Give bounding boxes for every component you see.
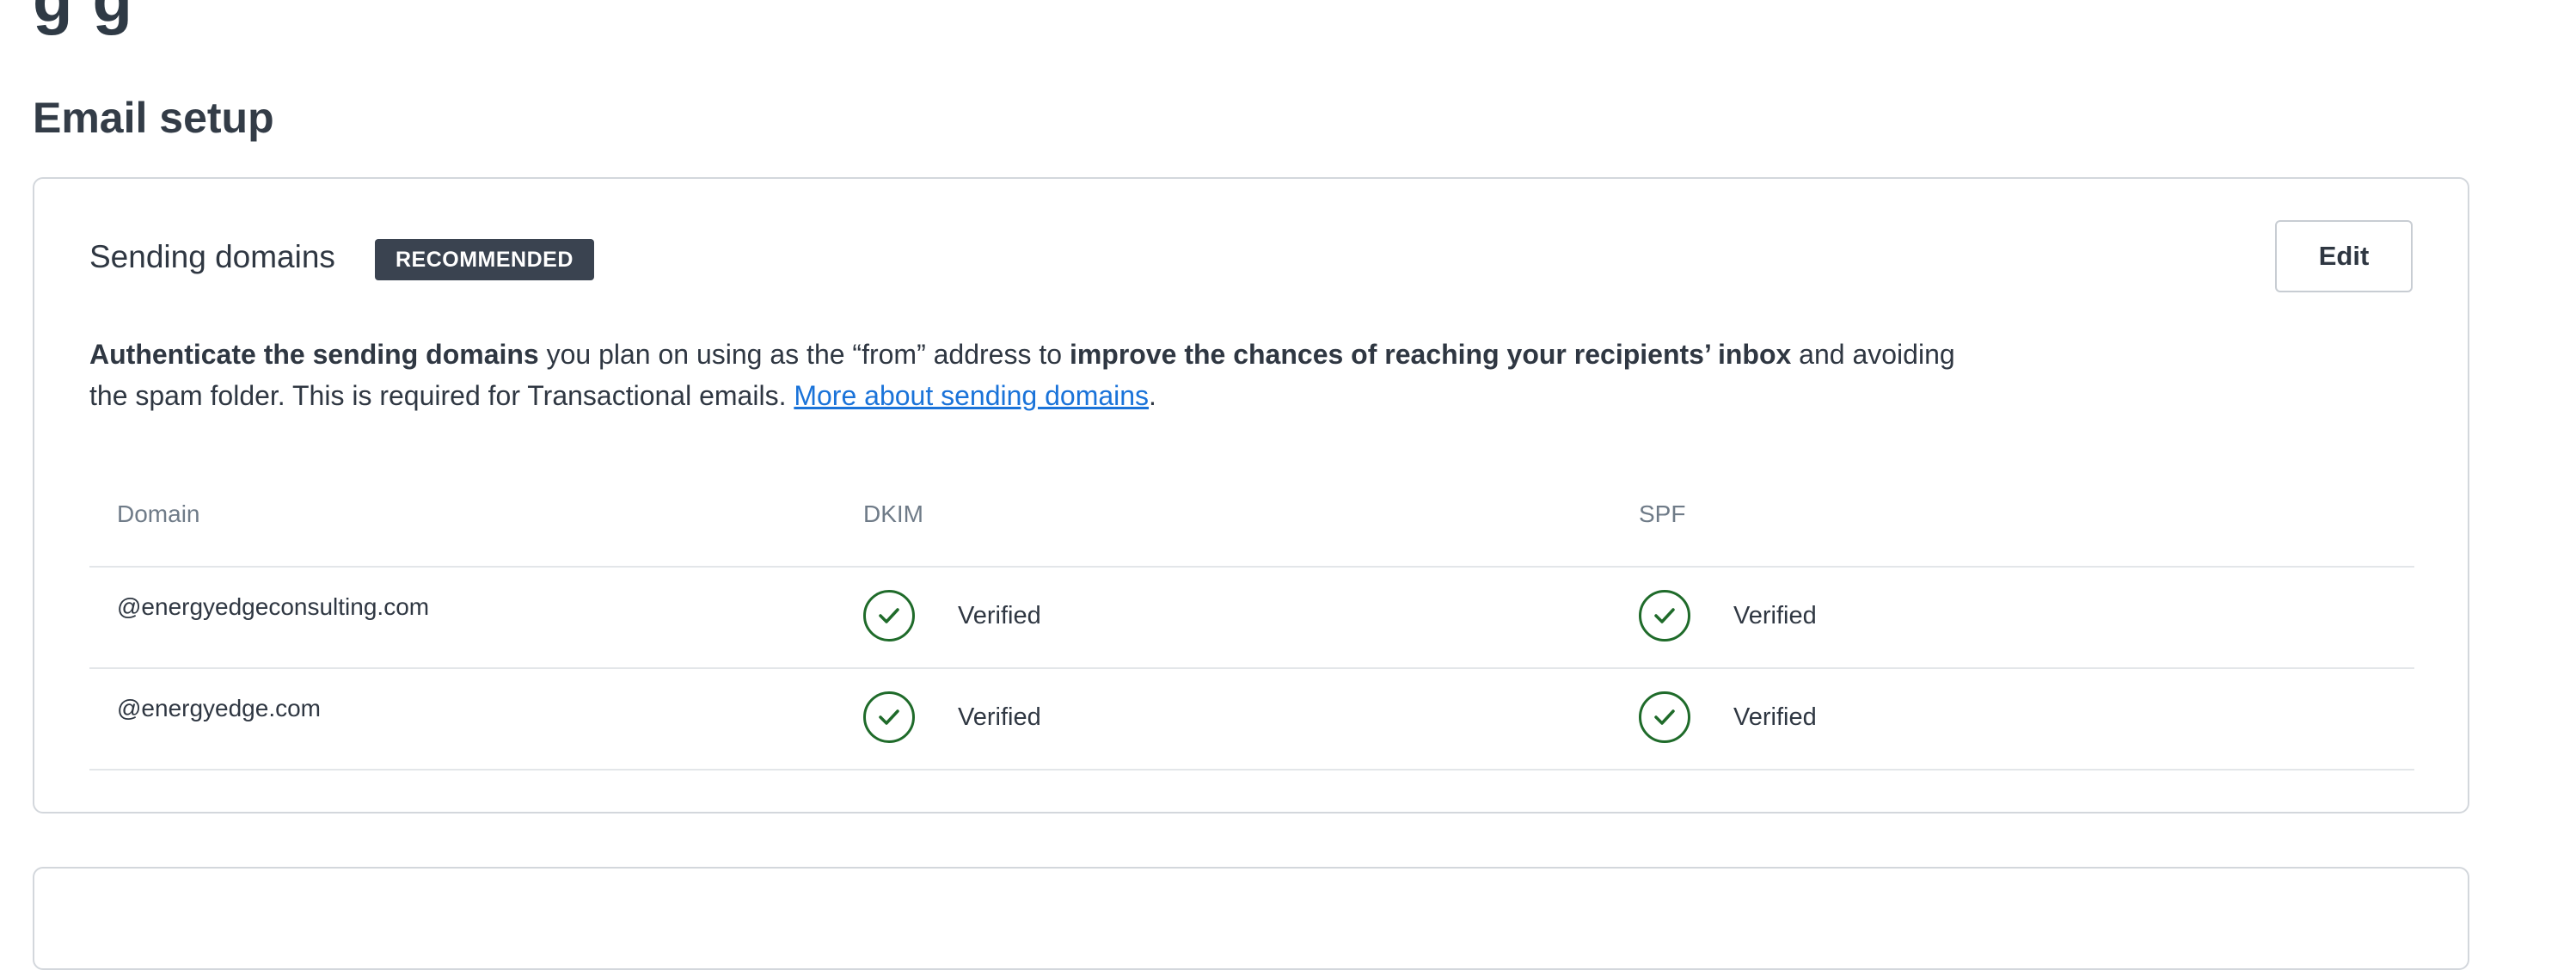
description-bold-authenticate: Authenticate the sending domains (89, 339, 539, 370)
column-header-spf: SPF (1639, 500, 1686, 527)
spf-status: Verified (1639, 588, 1817, 643)
dkim-status-label: Verified (958, 601, 1041, 629)
sending-domains-card: Sending domains RECOMMENDED Edit Authent… (33, 177, 2469, 813)
check-circle-icon (863, 691, 915, 743)
check-circle-icon (1639, 590, 1690, 642)
section-title: Sending domains (89, 239, 335, 274)
domain-cell: @energyedgeconsulting.com (117, 593, 430, 620)
column-header-domain: Domain (117, 500, 200, 527)
more-about-sending-domains-link[interactable]: More about sending domains (794, 380, 1149, 411)
sending-domains-description: Authenticate the sending domains you pla… (89, 334, 1981, 416)
description-text-3: . (1149, 380, 1156, 411)
check-circle-icon (863, 590, 915, 642)
dkim-status-label: Verified (958, 703, 1041, 731)
table-row: @energyedge.com Verified Verified (89, 669, 2414, 770)
edit-button[interactable]: Edit (2275, 220, 2413, 292)
dkim-status: Verified (863, 588, 1041, 643)
spf-status-label: Verified (1733, 601, 1817, 629)
column-header-dkim: DKIM (863, 500, 923, 527)
spf-status-label: Verified (1733, 703, 1817, 731)
domains-table: Domain DKIM SPF @energyedgeconsulting.co… (89, 459, 2414, 770)
recommended-badge: RECOMMENDED (375, 239, 594, 280)
table-header: Domain DKIM SPF (89, 459, 2414, 568)
description-text-1: you plan on using as the “from” address … (538, 339, 1070, 370)
page-title: Email setup (33, 94, 274, 142)
dkim-status: Verified (863, 690, 1041, 745)
previous-section-heading-cutoff: g g (33, 0, 133, 37)
spf-status: Verified (1639, 690, 1817, 745)
check-circle-icon (1639, 691, 1690, 743)
domain-cell: @energyedge.com (117, 695, 322, 721)
next-section-card (33, 867, 2469, 970)
table-row: @energyedgeconsulting.com Verified Verif… (89, 568, 2414, 669)
description-bold-improve: improve the chances of reaching your rec… (1069, 339, 1792, 370)
